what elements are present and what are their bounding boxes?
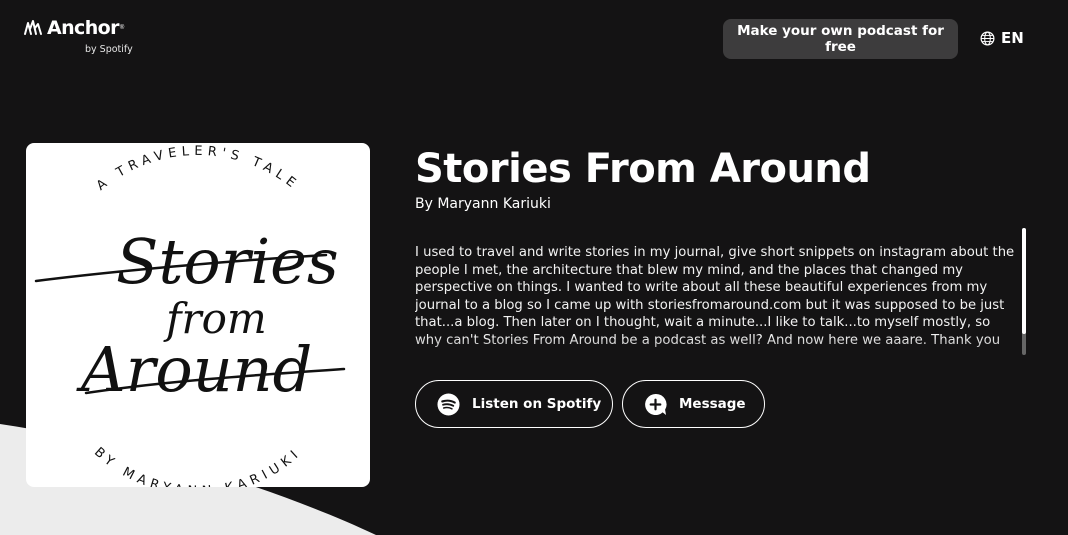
language-label: EN bbox=[1001, 29, 1024, 47]
globe-icon bbox=[980, 31, 995, 45]
make-podcast-button[interactable]: Make your own podcast for free bbox=[723, 19, 958, 59]
podcast-cover-art: A TRAVELER'S TALE BY MARYANN KARIUKI Sto… bbox=[26, 143, 370, 487]
spotify-button-label: Listen on Spotify bbox=[472, 396, 602, 412]
description-scroll-area[interactable]: I used to travel and write stories in my… bbox=[415, 244, 1015, 350]
cover-top-text: A TRAVELER'S TALE bbox=[94, 144, 302, 194]
podcast-description: I used to travel and write stories in my… bbox=[415, 245, 1015, 348]
cover-bottom-text: BY MARYANN KARIUKI bbox=[91, 445, 305, 487]
listen-on-spotify-button[interactable]: Listen on Spotify bbox=[415, 380, 613, 428]
message-button[interactable]: Message bbox=[622, 380, 765, 428]
language-selector[interactable]: EN bbox=[980, 28, 1024, 48]
message-plus-icon bbox=[645, 393, 667, 415]
podcast-author: By Maryann Kariuki bbox=[415, 196, 551, 212]
description-scrollbar-thumb[interactable] bbox=[1022, 228, 1026, 334]
spotify-icon bbox=[437, 392, 460, 416]
logo-subtext: by Spotify bbox=[85, 44, 133, 55]
anchor-logo[interactable]: Anchor ® by Spotify bbox=[23, 17, 143, 57]
anchor-logo-icon bbox=[24, 20, 42, 35]
podcast-page: Anchor ® by Spotify Make your own podcas… bbox=[0, 0, 1068, 535]
logo-wordmark: Anchor bbox=[47, 17, 119, 39]
registered-mark: ® bbox=[119, 25, 125, 31]
message-button-label: Message bbox=[679, 396, 746, 412]
cover-script-line-3: Around bbox=[76, 333, 312, 406]
podcast-title: Stories From Around bbox=[415, 146, 871, 192]
